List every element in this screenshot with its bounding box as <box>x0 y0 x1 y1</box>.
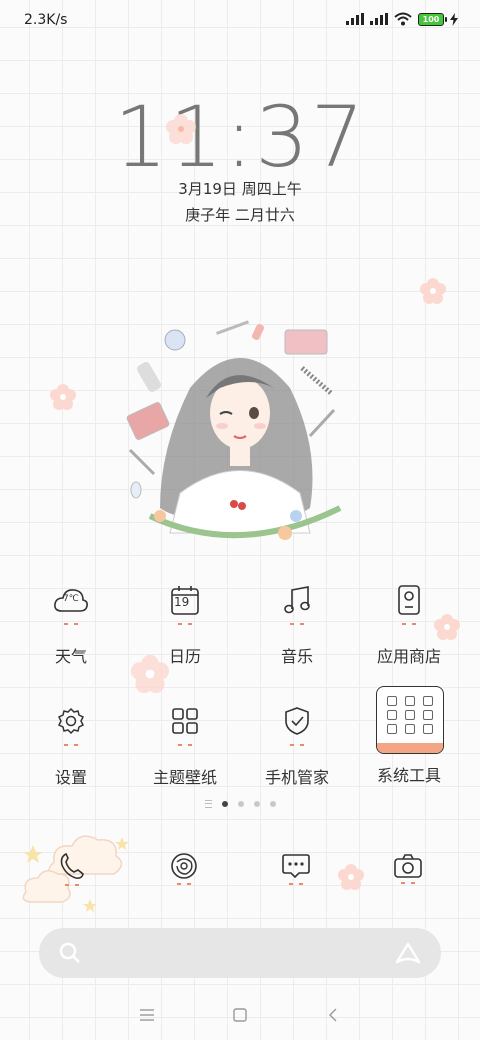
wifi-icon <box>394 12 412 26</box>
app-label: 系统工具 <box>376 766 441 785</box>
search-input[interactable] <box>91 943 385 963</box>
home-icon <box>233 1008 247 1022</box>
app-dot-decoration <box>178 623 192 625</box>
app-dot-decoration <box>290 744 304 746</box>
back-icon <box>329 1008 337 1022</box>
app-themes[interactable]: 主题壁纸 <box>130 701 240 788</box>
system-tools-folder[interactable] <box>376 686 444 754</box>
signal-icon <box>370 13 388 25</box>
search-bar[interactable] <box>39 928 441 978</box>
app-dot-decoration <box>65 883 79 886</box>
app-store-icon <box>389 580 429 620</box>
app-label: 天气 <box>54 647 87 666</box>
flower-decoration-icon <box>166 114 196 144</box>
weather-temp: 7℃ <box>63 594 79 604</box>
weather-icon: 7℃ <box>51 580 91 620</box>
folder-decoration <box>377 743 443 753</box>
calendar-icon: 19 <box>165 580 205 620</box>
security-icon <box>277 701 317 741</box>
app-dot-decoration <box>64 623 78 625</box>
app-dot-decoration <box>289 882 303 885</box>
themes-icon <box>165 701 205 741</box>
settings-icon <box>51 701 91 741</box>
app-app-store[interactable]: 应用商店 <box>354 580 464 667</box>
camera-icon <box>394 853 422 878</box>
app-dot-decoration <box>178 744 192 746</box>
messages-icon <box>282 853 310 878</box>
dock-browser[interactable] <box>164 848 204 888</box>
app-security[interactable]: 手机管家 <box>242 701 352 788</box>
flower-decoration-icon <box>420 278 446 304</box>
menu-icon <box>139 1009 154 1021</box>
page-dot[interactable] <box>221 801 228 807</box>
app-settings[interactable]: 设置 <box>16 701 126 788</box>
app-music[interactable]: 音乐 <box>242 580 352 667</box>
home-button[interactable] <box>225 1000 255 1030</box>
network-speed: 2.3K/s <box>24 12 68 28</box>
dock-camera[interactable] <box>388 848 428 888</box>
page-dot[interactable] <box>253 801 260 807</box>
app-dot-decoration <box>401 881 415 884</box>
page-dot[interactable] <box>269 801 276 807</box>
battery-icon: 100 <box>418 12 447 26</box>
lock-clock[interactable]: 11:37 <box>0 88 480 186</box>
app-label: 日历 <box>168 647 201 666</box>
recent-apps-button[interactable] <box>132 1000 162 1030</box>
app-label: 设置 <box>54 768 87 787</box>
navigation-bar <box>0 990 480 1040</box>
app-label: 应用商店 <box>376 647 441 666</box>
page-dot[interactable] <box>237 801 244 807</box>
back-button[interactable] <box>318 1000 348 1030</box>
battery-level: 100 <box>422 14 440 24</box>
app-calendar[interactable]: 19 日历 <box>130 580 240 667</box>
app-dot-decoration <box>177 882 191 885</box>
phone-icon <box>60 852 84 879</box>
flower-decoration-icon <box>338 864 364 890</box>
signal-icon <box>346 13 364 25</box>
browser-icon <box>171 852 197 879</box>
app-dot-decoration <box>290 623 304 625</box>
music-icon <box>277 580 317 620</box>
app-label: 音乐 <box>280 647 313 666</box>
dock-messages[interactable] <box>276 848 316 888</box>
app-label: 手机管家 <box>264 768 329 787</box>
app-dot-decoration <box>402 623 416 625</box>
search-icon[interactable] <box>59 942 81 964</box>
voice-assistant-icon[interactable] <box>395 942 421 964</box>
date-text[interactable]: 3月19日 周四上午 <box>0 178 480 199</box>
charging-icon <box>450 12 458 26</box>
lunar-date-text: 庚子年 二月廿六 <box>185 206 295 224</box>
dock-phone[interactable] <box>52 848 92 888</box>
flower-decoration-icon <box>50 384 76 410</box>
status-icons: 100 <box>346 12 458 26</box>
calendar-day: 19 <box>174 595 190 609</box>
wallpaper-girl-illustration <box>126 320 342 540</box>
app-dot-decoration <box>64 744 78 746</box>
app-weather[interactable]: 7℃ 天气 <box>16 580 126 667</box>
folder-icon <box>377 687 443 743</box>
page-menu-icon[interactable] <box>204 800 212 808</box>
page-indicator[interactable] <box>0 800 480 808</box>
app-label: 主题壁纸 <box>152 768 217 787</box>
